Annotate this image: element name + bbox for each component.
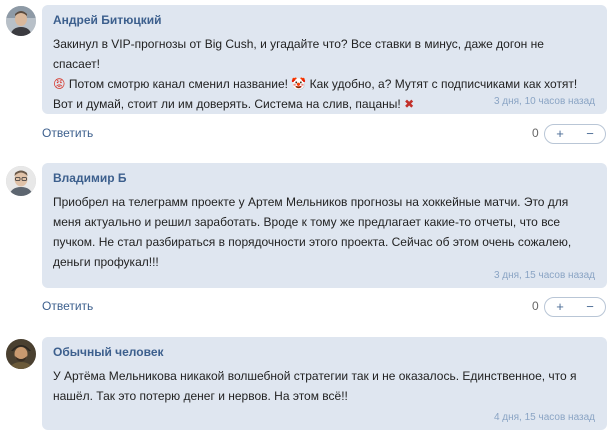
vote-buttons: + − [544,297,606,317]
comment-author[interactable]: Обычный человек [53,345,164,359]
comment-actions: Ответить 0 + − [42,124,607,144]
comment-timestamp: 3 дня, 10 часов назад [493,96,595,107]
man-in-cap-avatar-icon[interactable] [6,339,36,369]
comment-actions: Ответить 0 + − [42,297,607,317]
cross-mark-icon: ✖ [404,97,415,111]
reply-link[interactable]: Ответить [42,126,93,140]
comment-timestamp: 3 дня, 15 часов назад [493,270,595,281]
angry-face-icon: 😡 [53,77,66,91]
comment-bubble: Андрей Битюцкий Закинул в VIP-прогнозы о… [42,5,607,114]
comment-text: Приобрел на телеграмм проекте у Артем Ме… [53,195,572,269]
comment-author[interactable]: Андрей Битюцкий [53,13,162,27]
clown-face-icon: 🤡 [291,77,307,91]
comment-text-part: Потом смотрю канал сменил название! [65,77,289,91]
downvote-button[interactable]: − [575,125,605,143]
vote-score: 0 [532,299,539,313]
vote-score: 0 [532,126,539,140]
reply-link[interactable]: Ответить [42,299,93,313]
comment-author[interactable]: Владимир Б [53,171,127,185]
man-with-glasses-avatar-icon[interactable] [6,166,36,196]
upvote-button[interactable]: + [545,125,575,143]
comment-bubble: Владимир Б Приобрел на телеграмм проекте… [42,163,607,288]
comment-timestamp: 4 дня, 15 часов назад [493,412,595,423]
man-avatar-icon[interactable] [6,6,36,36]
vote-buttons: + − [544,124,606,144]
comment-bubble: Обычный человек У Артёма Мельникова ника… [42,337,607,430]
comment-text-part: Закинул в VIP-прогнозы от Big Cush, и уг… [53,37,544,71]
upvote-button[interactable]: + [545,298,575,316]
comment-text: У Артёма Мельникова никакой волшебной ст… [53,369,577,403]
downvote-button[interactable]: − [575,298,605,316]
